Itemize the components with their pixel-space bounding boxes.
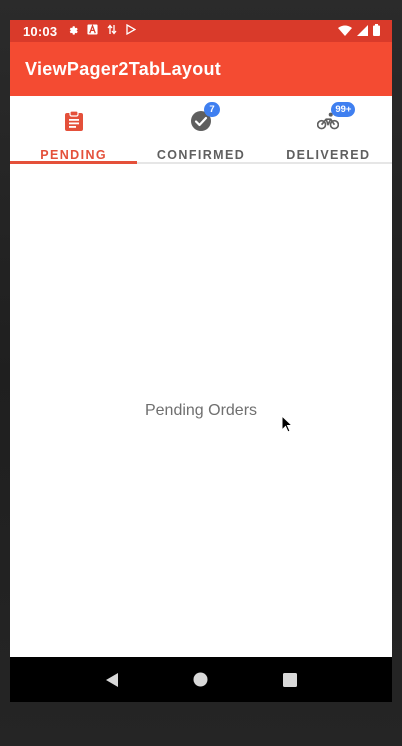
tab-delivered[interactable]: 99+ DELIVERED xyxy=(265,96,392,162)
tab-pending[interactable]: PENDING xyxy=(10,96,137,164)
confirmed-badge: 7 xyxy=(203,102,220,117)
check-circle-icon: 7 xyxy=(190,102,220,132)
tab-layout: PENDING 7 CONFIRMED 99+ DELIVERED xyxy=(10,96,392,164)
page-message: Pending Orders xyxy=(144,401,258,419)
clipboard-icon xyxy=(63,110,85,132)
play-store-icon xyxy=(126,23,137,38)
back-icon[interactable] xyxy=(97,665,127,695)
delivered-badge: 99+ xyxy=(331,102,356,117)
recents-icon[interactable] xyxy=(275,665,305,695)
pager-content[interactable]: Pending Orders xyxy=(10,164,392,657)
a-box-icon xyxy=(87,24,98,38)
system-nav-bar xyxy=(10,657,392,702)
tab-label-confirmed: CONFIRMED xyxy=(156,148,246,162)
tab-confirmed[interactable]: 7 CONFIRMED xyxy=(137,96,264,162)
bicycle-rider-icon: 99+ xyxy=(317,102,356,132)
settings-icon xyxy=(67,24,78,38)
wifi-icon xyxy=(338,24,352,39)
status-time: 10:03 xyxy=(23,23,58,39)
device-screen: 10:03 ViewPager2TabLayout PENDING 7 CONF… xyxy=(10,20,392,702)
signal-icon xyxy=(357,24,368,39)
tab-label-delivered: DELIVERED xyxy=(286,148,371,162)
app-title: ViewPager2TabLayout xyxy=(25,58,222,79)
battery-icon xyxy=(373,24,380,39)
status-bar: 10:03 xyxy=(10,20,392,42)
data-transfer-icon xyxy=(107,24,117,38)
tab-label-pending: PENDING xyxy=(40,148,108,162)
app-bar: ViewPager2TabLayout xyxy=(10,42,392,96)
home-icon[interactable] xyxy=(186,665,216,695)
mouse-pointer-icon xyxy=(281,414,294,438)
